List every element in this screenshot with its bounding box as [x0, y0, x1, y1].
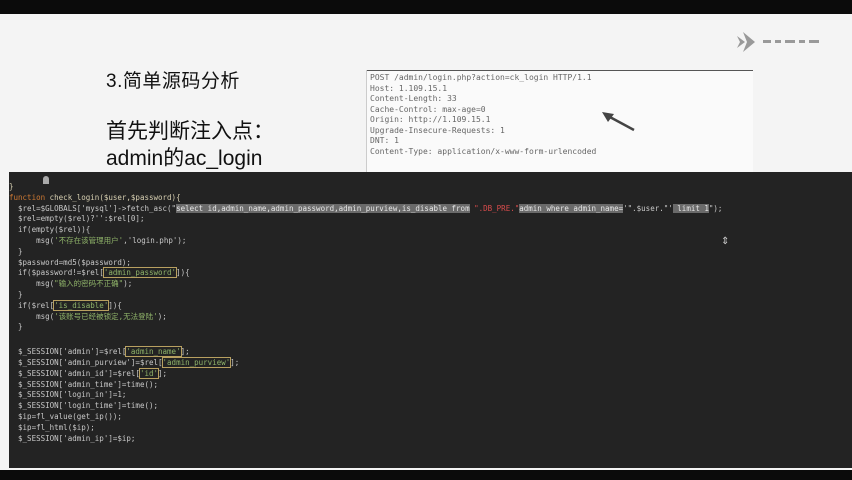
- slide-title: 3.简单源码分析: [106, 71, 240, 92]
- code-token: }: [9, 289, 23, 299]
- code-boxed-string: 'admin_purview': [161, 356, 232, 368]
- code-line: $password=md5($password);: [9, 258, 852, 269]
- code-token: );: [157, 311, 167, 321]
- code-line: $rel=$GLOBALS['mysql']->fetch_asc("selec…: [9, 203, 852, 215]
- arrow-icon: [602, 112, 635, 132]
- code-token: $rel=$GLOBALS['mysql']->fetch_asc(": [9, 203, 177, 213]
- code-editor-screenshot: } function check_login($user,$password){…: [9, 172, 852, 468]
- code-boxed-string: 'id': [138, 367, 160, 379]
- code-line: $ip=fl_value(get_ip());: [9, 412, 852, 423]
- code-line: }: [9, 322, 852, 333]
- code-line: }: [9, 290, 852, 301]
- code-token: $rel=empty($rel)?'':$rel[0];: [9, 214, 145, 224]
- code-line: $_SESSION['admin_id']=$rel['id'];: [9, 367, 852, 380]
- code-token: ,'login.php');: [123, 235, 187, 245]
- code-line: if(empty($rel)){: [9, 225, 852, 236]
- code-boxed-string: 'is_disable': [53, 299, 110, 311]
- code-token: $_SESSION['login_in']=1;: [9, 390, 127, 400]
- code-token: ];: [158, 368, 168, 378]
- code-token: $_SESSION['admin_id']=$rel[: [9, 368, 140, 378]
- code-token: }: [9, 246, 23, 256]
- cursor-icon: ⇕: [721, 236, 730, 247]
- code-token: msg(: [9, 311, 55, 321]
- code-token: '".$user."': [623, 203, 673, 213]
- code-token: $_SESSION['admin_purview']=$rel[: [9, 357, 163, 367]
- http-line: Origin: http://1.109.15.1: [370, 115, 491, 124]
- code-token: if($rel[: [9, 300, 55, 310]
- code-token: ");: [708, 203, 723, 213]
- code-line: function check_login($user,$password){: [9, 193, 852, 204]
- code-token: }: [9, 322, 23, 332]
- code-function-name: check_login: [49, 192, 100, 202]
- code-boxed-string: 'admin_password': [102, 267, 178, 279]
- code-token: $_SESSION['admin_time']=time();: [9, 379, 159, 389]
- subtitle-line-2: admin的ac_login: [106, 147, 263, 170]
- code-token: if($password!=$rel[: [9, 268, 104, 278]
- code-token: if(empty($rel)){: [9, 225, 91, 235]
- code-line: $ip=fl_html($ip);: [9, 423, 852, 434]
- code-boxed-string: 'admin_name': [125, 346, 182, 358]
- code-highlight: admin where admin_name=: [519, 203, 624, 213]
- subtitle-line-1: 首先判断注入点：: [106, 120, 274, 143]
- presentation-slide: 3.简单源码分析 首先判断注入点： admin的ac_login POST /a…: [0, 14, 852, 470]
- code-line: $_SESSION['login_time']=time();: [9, 401, 852, 412]
- code-line: $rel=empty($rel)?'':$rel[0];: [9, 214, 852, 225]
- code-token: ];: [230, 357, 240, 367]
- code-line: }: [9, 182, 852, 193]
- code-token: $password=md5($password);: [9, 257, 131, 267]
- code-line: msg("输入的密码不正确");: [9, 279, 852, 290]
- code-line: if($rel['is_disable']){: [9, 299, 852, 312]
- slide-subtitle: 首先判断注入点： admin的ac_login: [106, 118, 274, 172]
- code-token: $ip=fl_value(get_ip());: [9, 411, 122, 421]
- code-line: $_SESSION['login_in']=1;: [9, 390, 852, 401]
- http-line: Host: 1.109.15.1: [370, 83, 448, 93]
- http-line: POST /admin/login.php?action=ck_login HT…: [370, 73, 592, 82]
- code-token: ];: [180, 347, 190, 357]
- code-token: $_SESSION['admin_ip']=$ip;: [9, 433, 136, 443]
- code-line: $_SESSION['admin']=$rel['admin_name'];: [9, 346, 852, 358]
- code-line: }: [9, 247, 852, 258]
- http-line: Upgrade-Insecure-Requests: 1: [370, 125, 505, 135]
- code-line: msg('该账号已经被锁定,无法登陆');: [9, 312, 852, 323]
- code-token: ($user,$password){: [99, 192, 181, 202]
- code-token: msg(: [9, 235, 55, 245]
- code-line: $_SESSION['admin_purview']=$rel['admin_p…: [9, 356, 852, 369]
- code-string: '不存在该管理用户': [54, 235, 124, 245]
- logo-icon: [737, 32, 819, 52]
- bottom-letterbox: [0, 470, 852, 480]
- code-token: ]){: [108, 300, 122, 310]
- code-highlight: limit 1: [672, 203, 709, 213]
- code-token: );: [123, 279, 133, 289]
- code-token: ]){: [176, 268, 190, 278]
- code-line: $_SESSION['admin_time']=time();: [9, 380, 852, 391]
- http-line: Cache-Control: max-age=0: [370, 104, 486, 114]
- pin-icon: [43, 176, 49, 184]
- code-highlight: select id,admin_name,admin_password,admi…: [176, 203, 470, 213]
- divider: [367, 70, 753, 71]
- http-line: Content-Type: application/x-www-form-url…: [370, 146, 597, 156]
- code-string: '该账号已经被锁定,无法登陆': [54, 311, 158, 321]
- code-token: $ip=fl_html($ip);: [9, 422, 95, 432]
- code-token: msg(: [9, 279, 55, 289]
- code-token: $_SESSION['admin']=$rel[: [9, 347, 127, 357]
- code-token: $_SESSION['login_time']=time();: [9, 401, 159, 411]
- code-token: }: [9, 182, 14, 191]
- code-keyword: function: [9, 192, 50, 202]
- http-request-screenshot: POST /admin/login.php?action=ck_login HT…: [366, 70, 753, 184]
- http-line: DNT: 1: [370, 136, 399, 145]
- top-letterbox: [0, 0, 852, 14]
- code-line: $_SESSION['admin_ip']=$ip;: [9, 434, 852, 445]
- code-string: "输入的密码不正确": [54, 279, 124, 289]
- http-line: Content-Length: 33: [370, 94, 457, 103]
- code-line: if($password!=$rel['admin_password']){: [9, 267, 852, 279]
- code-token: ".DB_PRE.": [469, 203, 520, 213]
